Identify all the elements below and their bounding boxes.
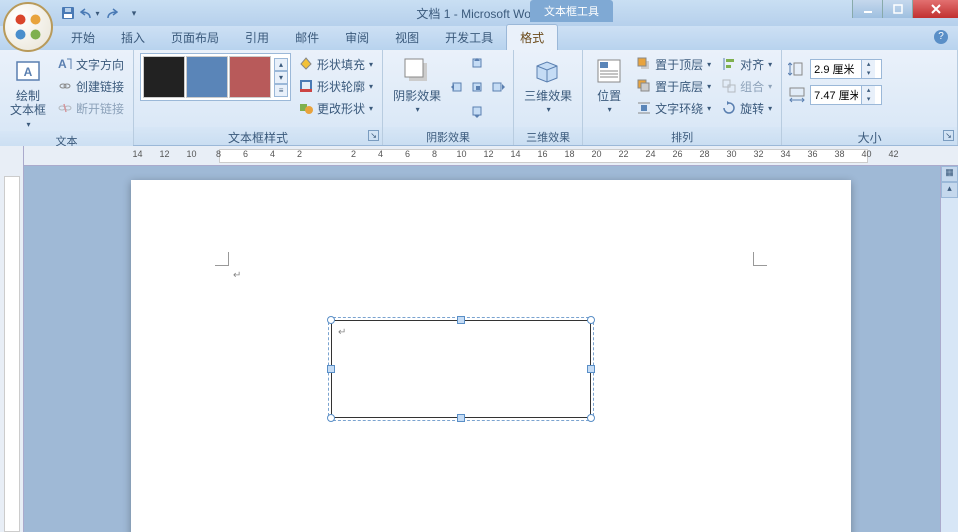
group-label-styles: 文本框样式↘ xyxy=(134,127,382,145)
text-box[interactable]: ↵ xyxy=(331,320,591,418)
dialog-launcher-icon[interactable]: ↘ xyxy=(943,130,954,141)
group-shadow: 阴影效果▾ 阴影效果 xyxy=(383,50,514,145)
text-wrap-button[interactable]: 文字环绕▾ xyxy=(633,97,714,119)
document-area: 1412108642246810121416182022242628303234… xyxy=(0,146,958,532)
minimize-button[interactable] xyxy=(852,0,882,18)
quick-access-toolbar: ▾ ▾ xyxy=(58,2,144,24)
tab-home[interactable]: 开始 xyxy=(58,25,108,50)
tab-format[interactable]: 格式 xyxy=(506,24,558,50)
contextual-tab-label: 文本框工具 xyxy=(530,0,613,22)
height-field[interactable]: ▴▾ xyxy=(810,59,882,79)
bring-front-button[interactable]: 置于顶层▾ xyxy=(633,53,714,75)
style-gallery[interactable]: ▴▾≡ xyxy=(140,53,291,101)
send-back-button[interactable]: 置于底层▾ xyxy=(633,75,714,97)
resize-handle[interactable] xyxy=(327,365,335,373)
vertical-scrollbar[interactable]: ▦ ▴ xyxy=(940,166,958,532)
group-text: A 绘制 文本框▾ A文字方向 创建链接 断开链接 文本 xyxy=(0,50,134,145)
ruler-toggle-icon[interactable]: ▦ xyxy=(941,166,958,182)
break-link-button[interactable]: 断开链接 xyxy=(54,97,127,119)
document-page[interactable]: ↵ ↵ xyxy=(131,180,851,532)
paragraph-mark: ↵ xyxy=(338,327,346,338)
paragraph-mark: ↵ xyxy=(233,270,241,281)
office-button[interactable] xyxy=(3,2,53,52)
maximize-button[interactable] xyxy=(882,0,912,18)
group-label-3d: 三维效果 xyxy=(514,127,582,145)
group-label-shadow: 阴影效果 xyxy=(383,127,513,145)
qat-customize[interactable]: ▾ xyxy=(124,3,144,23)
scroll-up-icon[interactable]: ▴ xyxy=(941,182,958,198)
selection-outline xyxy=(328,317,594,421)
tab-insert[interactable]: 插入 xyxy=(108,25,158,50)
tab-mail[interactable]: 邮件 xyxy=(282,25,332,50)
ribbon: A 绘制 文本框▾ A文字方向 创建链接 断开链接 文本 ▴▾≡ 形状填充▾ 形… xyxy=(0,50,958,146)
window-title: 文档 1 - Microsoft Word xyxy=(416,5,541,22)
width-field[interactable]: ▴▾ xyxy=(810,85,882,105)
resize-handle[interactable] xyxy=(327,414,335,422)
svg-text:A: A xyxy=(24,65,33,79)
align-button[interactable]: 对齐▾ xyxy=(718,53,775,75)
window-controls xyxy=(852,0,958,18)
height-icon xyxy=(788,61,806,77)
horizontal-ruler[interactable]: 1412108642246810121416182022242628303234… xyxy=(24,146,958,166)
group-3d: 三维效果▾ 三维效果 xyxy=(514,50,583,145)
resize-handle[interactable] xyxy=(327,316,335,324)
group-styles: ▴▾≡ 形状填充▾ 形状轮廓▾ 更改形状▾ 文本框样式↘ xyxy=(134,50,383,145)
rotate-button[interactable]: 旋转▾ xyxy=(718,97,775,119)
change-shape-button[interactable]: 更改形状▾ xyxy=(295,97,376,119)
group-label-arrange: 排列 xyxy=(583,127,781,145)
resize-handle[interactable] xyxy=(587,365,595,373)
group-label-size: 大小↘ xyxy=(782,127,957,145)
document-scroll: 1412108642246810121416182022242628303234… xyxy=(24,146,958,532)
resize-handle[interactable] xyxy=(587,316,595,324)
resize-handle[interactable] xyxy=(457,414,465,422)
margin-mark xyxy=(753,252,767,266)
close-button[interactable] xyxy=(912,0,958,18)
dialog-launcher-icon[interactable]: ↘ xyxy=(368,130,379,141)
resize-handle[interactable] xyxy=(587,414,595,422)
position-button[interactable]: 位置▾ xyxy=(589,53,629,117)
gallery-nav[interactable]: ▴▾≡ xyxy=(274,58,288,97)
vertical-ruler[interactable] xyxy=(0,146,24,532)
draw-textbox-button[interactable]: A 绘制 文本框▾ xyxy=(6,53,50,131)
text-direction-button[interactable]: A文字方向 xyxy=(54,53,127,75)
resize-handle[interactable] xyxy=(457,316,465,324)
shape-fill-button[interactable]: 形状填充▾ xyxy=(295,53,376,75)
group-arrange: 位置▾ 置于顶层▾ 置于底层▾ 文字环绕▾ 对齐▾ 组合▾ 旋转▾ 排列 xyxy=(583,50,782,145)
3d-effects-button[interactable]: 三维效果▾ xyxy=(520,53,576,117)
shadow-nudge-grid[interactable] xyxy=(449,53,507,123)
tab-dev[interactable]: 开发工具 xyxy=(432,25,506,50)
width-icon xyxy=(788,87,806,103)
shadow-effects-button[interactable]: 阴影效果▾ xyxy=(389,53,445,117)
group-button[interactable]: 组合▾ xyxy=(718,75,775,97)
tab-view[interactable]: 视图 xyxy=(382,25,432,50)
undo-button[interactable]: ▾ xyxy=(80,3,100,23)
shape-outline-button[interactable]: 形状轮廓▾ xyxy=(295,75,376,97)
group-size: ▴▾ ▴▾ 大小↘ xyxy=(782,50,958,145)
help-icon[interactable]: ? xyxy=(934,30,948,44)
redo-button[interactable] xyxy=(102,3,122,23)
title-bar: ▾ ▾ 文档 1 - Microsoft Word 文本框工具 xyxy=(0,0,958,26)
tab-references[interactable]: 引用 xyxy=(232,25,282,50)
tab-layout[interactable]: 页面布局 xyxy=(158,25,232,50)
save-button[interactable] xyxy=(58,3,78,23)
create-link-button[interactable]: 创建链接 xyxy=(54,75,127,97)
tab-review[interactable]: 审阅 xyxy=(332,25,382,50)
margin-mark xyxy=(215,252,229,266)
svg-text:A: A xyxy=(58,57,67,71)
ribbon-tabs: 开始 插入 页面布局 引用 邮件 审阅 视图 开发工具 格式 ? xyxy=(0,26,958,50)
